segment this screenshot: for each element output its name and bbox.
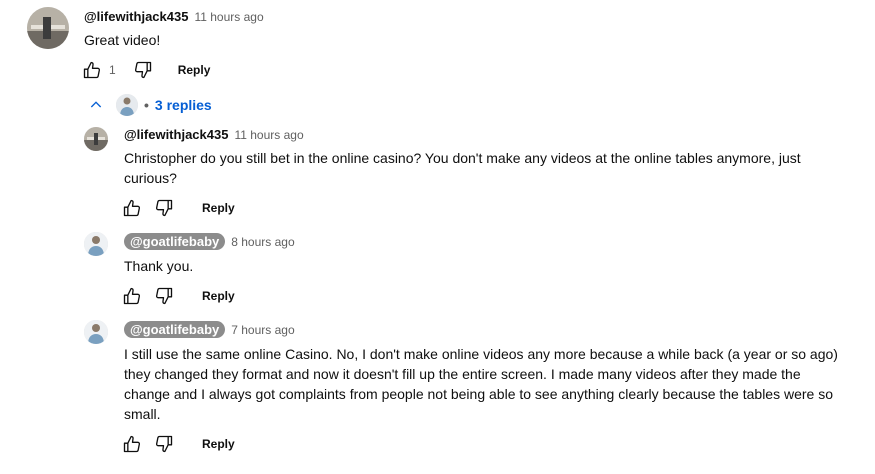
thumb-up-icon[interactable] bbox=[121, 433, 143, 455]
avatar[interactable] bbox=[27, 7, 69, 49]
chevron-up-icon bbox=[88, 97, 104, 113]
reply-text: Christopher do you still bet in the onli… bbox=[124, 150, 801, 186]
reply-action-bar: Reply bbox=[121, 197, 235, 219]
comment-author[interactable]: @lifewithjack435 bbox=[84, 9, 188, 24]
reply-author[interactable]: @goatlifebaby bbox=[124, 233, 226, 250]
thumb-up-icon[interactable] bbox=[121, 197, 143, 219]
reply-text: I still use the same online Casino. No, … bbox=[124, 346, 838, 422]
avatar bbox=[116, 94, 138, 116]
reply-text: Thank you. bbox=[124, 258, 194, 274]
like-count: 1 bbox=[109, 63, 116, 77]
reply-timestamp[interactable]: 8 hours ago bbox=[231, 235, 294, 249]
reply-action-bar: Reply bbox=[121, 285, 235, 307]
thumb-down-icon[interactable] bbox=[153, 433, 175, 455]
reply-timestamp[interactable]: 7 hours ago bbox=[231, 323, 294, 337]
thumb-up-icon[interactable] bbox=[121, 285, 143, 307]
reply-button[interactable]: Reply bbox=[202, 201, 235, 215]
thumb-down-icon[interactable] bbox=[132, 59, 154, 81]
thumb-down-icon[interactable] bbox=[153, 197, 175, 219]
avatar[interactable] bbox=[84, 232, 108, 256]
avatar[interactable] bbox=[84, 320, 108, 344]
reply-timestamp[interactable]: 11 hours ago bbox=[234, 128, 303, 142]
reply-author[interactable]: @goatlifebaby bbox=[124, 321, 226, 338]
reply-action-bar: Reply bbox=[121, 433, 235, 455]
reply-author[interactable]: @lifewithjack435 bbox=[124, 127, 228, 142]
thumb-up-icon[interactable] bbox=[81, 59, 103, 81]
thumb-down-icon[interactable] bbox=[153, 285, 175, 307]
comment-timestamp[interactable]: 11 hours ago bbox=[194, 10, 263, 24]
comment-text: Great video! bbox=[84, 32, 161, 48]
replies-count-label: 3 replies bbox=[154, 97, 212, 113]
reply-button[interactable]: Reply bbox=[202, 289, 235, 303]
avatar[interactable] bbox=[84, 127, 108, 151]
comment-action-bar: 1 Reply bbox=[81, 59, 210, 81]
bullet: • bbox=[144, 97, 149, 113]
replies-toggle[interactable]: • 3 replies bbox=[88, 94, 212, 116]
reply-button[interactable]: Reply bbox=[178, 63, 211, 77]
reply-button[interactable]: Reply bbox=[202, 437, 235, 451]
